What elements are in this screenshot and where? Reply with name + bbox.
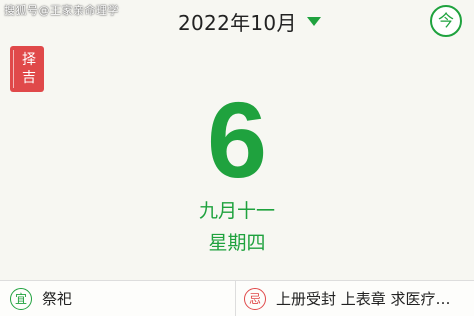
month-picker[interactable]: 2022年10月 (178, 7, 321, 36)
caret-down-icon (306, 17, 321, 26)
footer: 宜 祭祀 忌 上册受封 上表章 求医疗… (0, 280, 474, 316)
suitable-badge: 宜 (10, 287, 32, 310)
lunar-date: 九月十一 (198, 200, 275, 222)
avoid-activities[interactable]: 忌 上册受封 上表章 求医疗… (236, 281, 474, 316)
month-label: 2022年10月 (178, 11, 297, 35)
zeji-char-1: 择 (22, 52, 36, 68)
today-button[interactable]: 今 (430, 5, 462, 37)
avoid-badge: 忌 (244, 287, 266, 310)
zeji-char-2: 吉 (22, 70, 36, 86)
header: 2022年10月 今 (0, 4, 474, 37)
suitable-text: 祭祀 (42, 290, 73, 308)
day-number: 6 (206, 79, 268, 200)
avoid-text: 上册受封 上表章 求医疗… (276, 290, 451, 308)
suitable-activities[interactable]: 宜 祭祀 (0, 281, 236, 316)
weekday: 星期四 (208, 232, 266, 254)
